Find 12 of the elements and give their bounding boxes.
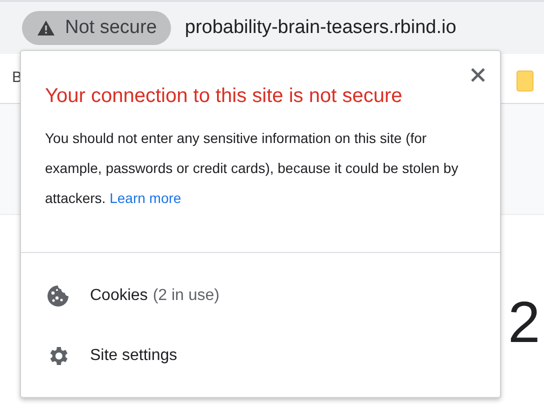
- security-chip[interactable]: Not secure: [22, 11, 171, 45]
- learn-more-link[interactable]: Learn more: [110, 190, 182, 206]
- close-button[interactable]: [469, 66, 487, 84]
- cookie-icon: [46, 284, 70, 308]
- warning-icon: [37, 20, 55, 36]
- url-text[interactable]: probability-brain-teasers.rbind.io: [184, 14, 456, 42]
- popup-menu-item[interactable]: Site settings: [21, 326, 500, 386]
- popup-message: You should not enter any sensitive information on this site (for example, passwords or credit cards), because it could be stolen by attackers. Learn more: [45, 129, 460, 208]
- close-icon: [471, 68, 485, 82]
- page-heading: 2: [508, 294, 540, 352]
- popup-title: Your connection to this site is not secure: [45, 84, 402, 109]
- popup-menu-item[interactable]: Cookies (2 in use): [21, 266, 500, 326]
